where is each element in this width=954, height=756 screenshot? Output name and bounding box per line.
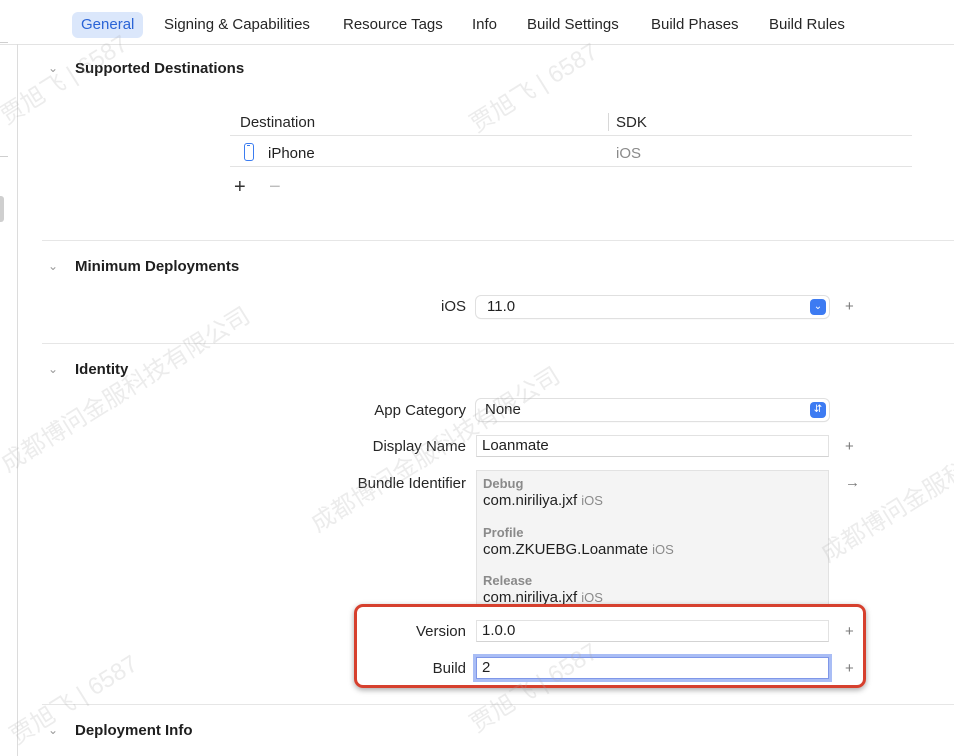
- tab-info[interactable]: Info: [463, 12, 506, 38]
- popup-value: 11.0: [487, 298, 516, 315]
- section-title: Minimum Deployments: [75, 258, 240, 275]
- table-bottom-divider: [230, 166, 912, 167]
- section-supported-destinations[interactable]: ⌄ Supported Destinations: [48, 60, 244, 77]
- app-category-label: App Category: [374, 402, 466, 419]
- column-header-destination[interactable]: Destination: [240, 114, 315, 131]
- section-divider: [42, 240, 954, 241]
- section-title: Deployment Info: [75, 722, 193, 739]
- ios-deployment-target-popup[interactable]: 11.0 ⌄: [476, 296, 829, 318]
- add-deployment-button[interactable]: +: [845, 298, 854, 315]
- iphone-icon: [244, 143, 254, 161]
- display-name-label: Display Name: [372, 438, 466, 455]
- ios-deployment-label: iOS: [440, 298, 466, 315]
- add-destination-button[interactable]: +: [234, 177, 246, 197]
- tab-build-phases[interactable]: Build Phases: [642, 12, 748, 38]
- target-list-selection[interactable]: [0, 196, 4, 222]
- watermark: 成都博问金服科技有限公司: [0, 302, 255, 478]
- remove-destination-button[interactable]: −: [269, 177, 281, 197]
- tab-general[interactable]: General: [72, 12, 144, 38]
- destination-sdk: iOS: [616, 145, 642, 162]
- section-divider: [42, 343, 954, 344]
- destination-name: iPhone: [268, 145, 315, 162]
- config-name-profile: Profile: [483, 525, 524, 540]
- chevron-down-icon: ⌄: [810, 299, 826, 315]
- target-list-divider: [17, 44, 18, 756]
- column-header-sdk[interactable]: SDK: [616, 114, 647, 131]
- display-name-field[interactable]: Loanmate: [476, 435, 829, 457]
- up-down-chevron-icon: ⇵: [810, 402, 826, 418]
- section-divider: [42, 704, 954, 705]
- annotation-highlight-box: [354, 604, 866, 688]
- chevron-down-icon[interactable]: ⌄: [48, 61, 66, 75]
- table-header-divider: [230, 135, 912, 136]
- bundle-identifier-label: Bundle Identifier: [357, 475, 466, 492]
- gutter-divider: [0, 156, 8, 157]
- config-value-debug[interactable]: com.niriliya.jxf iOS: [483, 492, 603, 509]
- popup-value: None: [485, 401, 521, 418]
- app-category-popup[interactable]: None ⇵: [476, 399, 829, 421]
- section-title: Identity: [75, 361, 129, 378]
- config-value-profile[interactable]: com.ZKUEBG.Loanmate iOS: [483, 541, 674, 558]
- watermark: 贾旭飞 | 6587: [465, 38, 603, 138]
- arrow-right-icon[interactable]: →: [845, 474, 860, 491]
- editor-tab-bar: General Signing & Capabilities Resource …: [0, 0, 954, 45]
- chevron-down-icon[interactable]: ⌄: [48, 723, 66, 737]
- column-divider: [608, 113, 609, 131]
- tab-resource-tags[interactable]: Resource Tags: [334, 12, 452, 38]
- tab-build-settings[interactable]: Build Settings: [518, 12, 628, 38]
- section-deployment-info[interactable]: ⌄ Deployment Info: [48, 722, 193, 739]
- bundle-identifier-list[interactable]: Debug com.niriliya.jxf iOS Profile com.ZK…: [476, 470, 829, 605]
- tab-signing-capabilities[interactable]: Signing & Capabilities: [155, 12, 319, 38]
- gutter-divider: [0, 42, 8, 43]
- config-name-debug: Debug: [483, 476, 524, 491]
- chevron-down-icon[interactable]: ⌄: [48, 362, 66, 376]
- watermark: 成都博问金服科技有限公司: [816, 392, 954, 568]
- chevron-down-icon[interactable]: ⌄: [48, 259, 66, 273]
- section-identity[interactable]: ⌄ Identity: [48, 361, 128, 378]
- config-name-release: Release: [483, 573, 533, 588]
- section-minimum-deployments[interactable]: ⌄ Minimum Deployments: [48, 258, 239, 275]
- section-title: Supported Destinations: [75, 60, 245, 77]
- tab-build-rules[interactable]: Build Rules: [760, 12, 854, 38]
- add-display-name-button[interactable]: +: [845, 438, 854, 455]
- config-value-release[interactable]: com.niriliya.jxf iOS: [483, 589, 603, 604]
